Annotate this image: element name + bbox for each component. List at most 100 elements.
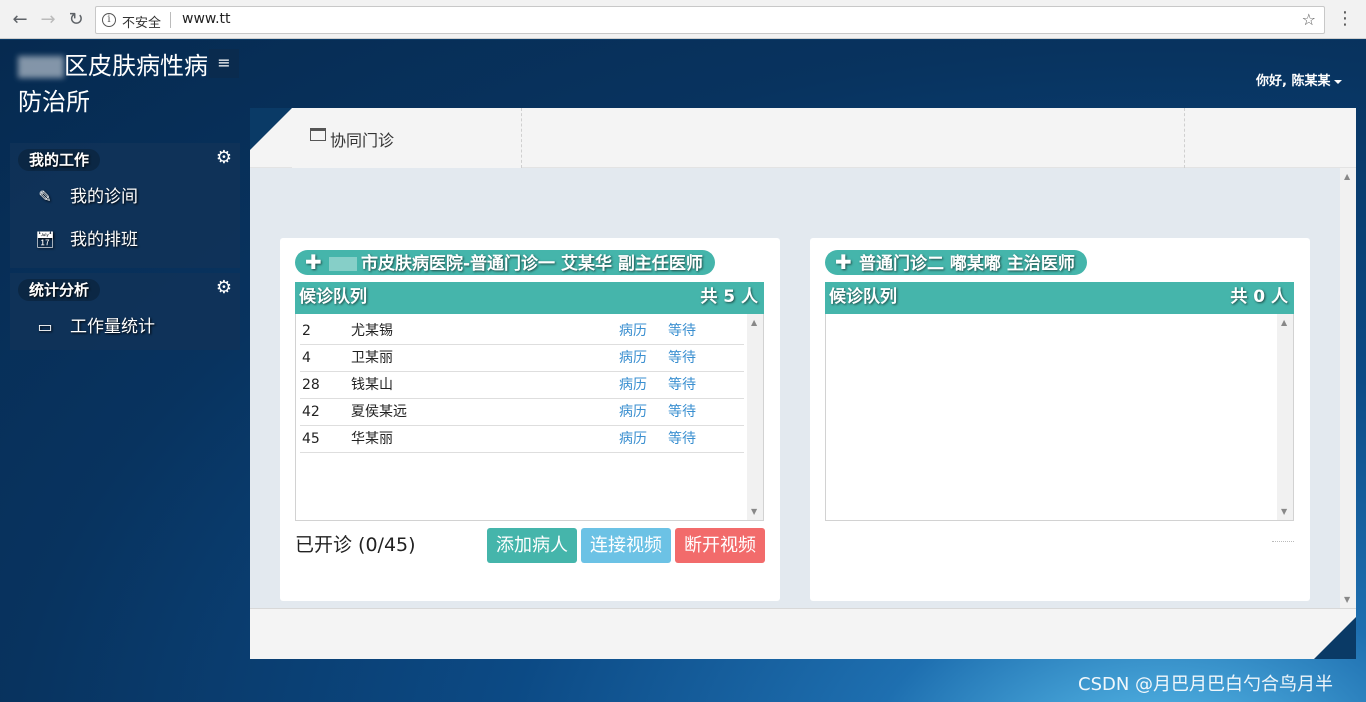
menu-toggle-button[interactable]: ≡	[209, 49, 239, 78]
sidebar-group-title: 统计分析	[18, 279, 101, 301]
status-link[interactable]: 等待	[668, 345, 696, 371]
clinic-panel: ✚ 普通门诊二 嘟某嘟 主治医师 候诊队列 共 0 人 ▲ ▼	[810, 238, 1310, 601]
connect-video-button[interactable]: 连接视频	[581, 528, 671, 563]
patient-name: 尤某锡	[351, 323, 393, 339]
hamburger-icon: ≡	[217, 53, 231, 72]
queue-list[interactable]: 2 尤某锡 病历 等待 4 卫某丽 病历 等待 28 钱某山 病历 等待 42 …	[295, 314, 764, 521]
corner-decoration	[1314, 617, 1356, 659]
browser-menu-icon[interactable]: ⋮	[1336, 8, 1354, 29]
content-scrollbar[interactable]: ▲ ▼	[1340, 168, 1356, 608]
forward-icon[interactable]: →	[37, 9, 59, 31]
separator	[170, 12, 171, 28]
corner-decoration	[250, 108, 292, 150]
sidebar-item-label: 工作量统计	[70, 317, 155, 337]
url-text[interactable]: www.tt	[182, 11, 231, 27]
user-greeting: 你好, 陈某某	[1256, 74, 1331, 89]
tab-divider	[1184, 108, 1185, 168]
patient-number: 42	[302, 404, 320, 420]
sidebar-group-title: 我的工作	[18, 149, 101, 171]
reload-icon[interactable]: ↻	[65, 9, 87, 31]
record-link[interactable]: 病历	[619, 345, 647, 371]
sidebar-item-label: 我的排班	[70, 230, 138, 250]
edit-icon: ✎	[38, 187, 52, 206]
redacted-brand	[18, 56, 64, 78]
scroll-down-icon[interactable]: ▼	[751, 507, 757, 516]
table-row[interactable]: 4 卫某丽 病历 等待	[300, 345, 744, 372]
scroll-down-icon[interactable]: ▼	[1281, 507, 1287, 516]
patient-number: 2	[302, 323, 311, 339]
record-link[interactable]: 病历	[619, 426, 647, 452]
disconnect-video-button[interactable]: 断开视频	[675, 528, 765, 563]
status-link[interactable]: 等待	[668, 372, 696, 398]
scroll-down-icon[interactable]: ▼	[1344, 595, 1350, 604]
main-content: ✚ 市皮肤病医院-普通门诊一 艾某华 副主任医师 候诊队列 共 5 人 2 尤某锡…	[250, 168, 1356, 608]
loading-dots	[1272, 541, 1294, 542]
clinic-panel: ✚ 市皮肤病医院-普通门诊一 艾某华 副主任医师 候诊队列 共 5 人 2 尤某锡…	[280, 238, 780, 601]
add-patient-button[interactable]: 添加病人	[487, 528, 577, 563]
info-icon[interactable]: i	[102, 13, 116, 27]
clinic-title: ✚ 市皮肤病医院-普通门诊一 艾某华 副主任医师	[295, 250, 715, 275]
patient-name: 钱某山	[351, 377, 393, 393]
sidebar-group-work: 我的工作 ⚙ ✎ 我的诊间 📅︎ 我的排班	[10, 143, 240, 268]
tab-label: 协同门诊	[330, 131, 395, 150]
window-icon: ▭	[37, 317, 53, 336]
clinic-title-text: 市皮肤病医院-普通门诊一 艾某华 副主任医师	[361, 254, 703, 274]
status-link[interactable]: 等待	[668, 399, 696, 425]
queue-count: 共 5 人	[700, 287, 758, 307]
patient-number: 45	[302, 431, 320, 447]
sidebar-item-my-schedule[interactable]: 📅︎ 我的排班	[34, 225, 138, 255]
tab-bar: 协同门诊	[250, 108, 1356, 168]
queue-label: 候诊队列	[299, 287, 367, 307]
insecure-label: 不安全	[122, 16, 162, 31]
redacted-name	[329, 257, 357, 271]
status-link[interactable]: 等待	[668, 318, 696, 344]
watermark-text: CSDN @月巴月巴白勺合鸟月半	[1078, 674, 1334, 695]
scroll-up-icon[interactable]: ▲	[751, 318, 757, 327]
table-row[interactable]: 28 钱某山 病历 等待	[300, 372, 744, 399]
browser-toolbar: ← → ↻ i 不安全 www.tt ☆ ⋮	[0, 0, 1366, 39]
queue-label: 候诊队列	[829, 287, 897, 307]
brand-line1: 区皮肤病性病	[64, 52, 208, 80]
sidebar-group-stats: 统计分析 ⚙ ▭ 工作量统计	[10, 273, 240, 350]
sidebar-item-workload[interactable]: ▭ 工作量统计	[34, 312, 155, 342]
scroll-up-icon[interactable]: ▲	[1281, 318, 1287, 327]
clinic-title-text: 普通门诊二 嘟某嘟 主治医师	[859, 254, 1075, 274]
list-scrollbar[interactable]: ▲ ▼	[747, 314, 763, 520]
sidebar-item-my-clinic[interactable]: ✎ 我的诊间	[34, 182, 138, 212]
gear-icon[interactable]: ⚙	[216, 147, 232, 168]
scroll-up-icon[interactable]: ▲	[1344, 172, 1350, 181]
clinic-progress: 已开诊 (0/45)	[295, 534, 416, 556]
patient-number: 28	[302, 377, 320, 393]
back-icon[interactable]: ←	[9, 9, 31, 31]
plus-icon[interactable]: ✚	[835, 250, 853, 275]
calendar-icon: 📅︎	[34, 230, 56, 249]
address-bar[interactable]: i 不安全 www.tt ☆	[95, 6, 1325, 34]
patient-name: 华某丽	[351, 431, 393, 447]
table-row[interactable]: 2 尤某锡 病历 等待	[300, 318, 744, 345]
tab-collab-clinic[interactable]: 协同门诊	[292, 108, 522, 168]
record-link[interactable]: 病历	[619, 372, 647, 398]
clinic-title: ✚ 普通门诊二 嘟某嘟 主治医师	[825, 250, 1087, 275]
record-link[interactable]: 病历	[619, 399, 647, 425]
table-row[interactable]: 42 夏侯某远 病历 等待	[300, 399, 744, 426]
queue-list[interactable]: ▲ ▼	[825, 314, 1294, 521]
patient-name: 夏侯某远	[351, 404, 407, 420]
list-scrollbar[interactable]: ▲ ▼	[1277, 314, 1293, 520]
patient-name: 卫某丽	[351, 350, 393, 366]
content-frame: 协同门诊 ✚ 市皮肤病医院-普通门诊一 艾某华 副主任医师 候诊队列 共 5 人 …	[250, 108, 1356, 659]
status-link[interactable]: 等待	[668, 426, 696, 452]
sidebar-item-label: 我的诊间	[70, 187, 138, 207]
user-menu[interactable]: 你好, 陈某某	[1256, 70, 1343, 89]
footer-bar	[250, 608, 1356, 659]
brand-title: 区皮肤病性病 防治所	[18, 48, 208, 120]
plus-icon[interactable]: ✚	[305, 250, 323, 275]
gear-icon[interactable]: ⚙	[216, 277, 232, 298]
patient-number: 4	[302, 350, 311, 366]
window-icon	[310, 128, 326, 141]
table-row[interactable]: 45 华某丽 病历 等待	[300, 426, 744, 453]
queue-header: 候诊队列 共 5 人	[295, 282, 764, 314]
record-link[interactable]: 病历	[619, 318, 647, 344]
brand-line2: 防治所	[18, 88, 90, 116]
queue-header: 候诊队列 共 0 人	[825, 282, 1294, 314]
bookmark-star-icon[interactable]: ☆	[1302, 10, 1316, 29]
